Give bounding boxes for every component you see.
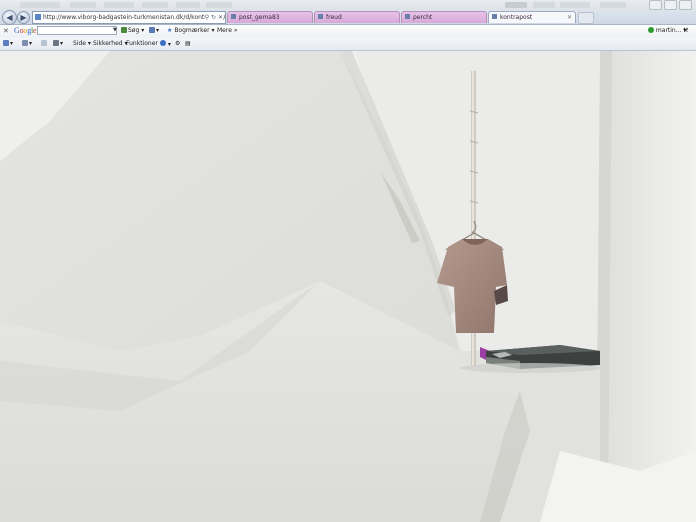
ghost-item <box>176 2 200 8</box>
more-button[interactable]: Mere » <box>217 27 238 34</box>
refresh-icon[interactable]: ↻ <box>211 14 216 21</box>
status-online-icon <box>648 27 654 33</box>
tab-favicon-icon <box>231 14 236 19</box>
feeds-button[interactable]: ▾ <box>22 40 32 47</box>
tab-percht[interactable]: percht <box>401 11 487 23</box>
tab-kontrapost[interactable]: kontrapost ✕ <box>488 11 576 23</box>
ghost-item <box>600 2 626 8</box>
page-menu[interactable]: Side ▾ <box>73 40 91 47</box>
page-content-photo <box>0 51 696 522</box>
ghost-item <box>206 2 232 8</box>
search-button-label: Søg <box>128 27 140 34</box>
security-menu-label: Sikkerhed <box>93 40 123 47</box>
bookmarks-label: Bogmærker <box>174 27 210 34</box>
tools-menu[interactable]: Funktioner ▾ <box>126 40 163 47</box>
double-chevron-icon: » <box>233 27 238 34</box>
kontrapost-photo <box>0 51 696 522</box>
window-controls <box>649 0 692 10</box>
address-tab-row: ◀ ▶ http://www.viborg-badgastein-turkmen… <box>0 10 696 25</box>
minimize-button[interactable] <box>649 0 662 10</box>
ghost-item <box>560 2 590 8</box>
wrench-icon[interactable]: ⚒ <box>683 27 688 34</box>
tab-favicon-icon <box>318 14 323 19</box>
tools-menu-label: Funktioner <box>126 40 158 47</box>
bookmarks-button[interactable]: ★ Bogmærker ▾ <box>167 27 214 34</box>
tab-freud[interactable]: freud <box>314 11 400 23</box>
ghost-item <box>20 2 60 8</box>
search-icon[interactable]: ⚲ <box>205 14 209 21</box>
research-icon[interactable]: ⚙ <box>175 40 180 47</box>
forward-button[interactable]: ▶ <box>17 11 30 24</box>
mail-icon <box>41 40 47 46</box>
new-tab-button[interactable] <box>578 12 594 24</box>
forward-arrow-icon: ▶ <box>20 13 27 22</box>
tab-post-gema83[interactable]: post_gema83 <box>227 11 313 23</box>
address-bar[interactable]: http://www.viborg-badgastein-turkmenista… <box>32 11 226 24</box>
back-button[interactable]: ◀ <box>2 10 17 25</box>
google-logo: Google <box>14 26 37 35</box>
ghost-item <box>533 2 555 8</box>
google-search-input[interactable] <box>37 26 117 35</box>
mail-button[interactable] <box>41 40 48 47</box>
puzzle-icon <box>149 27 155 33</box>
ghost-item <box>104 2 134 8</box>
browser-window: ◀ ▶ http://www.viborg-badgastein-turkmen… <box>0 0 696 522</box>
tab-label: freud <box>326 14 342 21</box>
back-arrow-icon: ◀ <box>6 13 13 22</box>
page-menu-label: Side <box>73 40 86 47</box>
tab-label: kontrapost <box>500 14 533 21</box>
tab-favicon-icon <box>492 14 497 19</box>
site-favicon-icon <box>35 14 41 20</box>
close-icon[interactable]: ✕ <box>218 14 223 21</box>
google-tools-button[interactable]: ▾ <box>149 27 159 34</box>
maximize-button[interactable] <box>664 0 677 10</box>
print-button[interactable]: ▾ <box>53 40 63 47</box>
google-search-button[interactable]: Søg ▾ <box>121 27 144 34</box>
help-button[interactable]: ▾ <box>160 40 171 48</box>
close-toolbar-icon[interactable]: ✕ <box>3 27 9 35</box>
print-icon <box>53 40 59 46</box>
address-tools: ⚲ ↻ ✕ <box>204 12 223 23</box>
ghost-item <box>142 2 168 8</box>
security-menu[interactable]: Sikkerhed ▾ <box>93 40 128 47</box>
messenger-icon[interactable]: ▤ <box>185 40 191 47</box>
command-bar: ▾ ▾ ▾ Side ▾ Sikkerhed ▾ Funktioner ▾ ▾ … <box>0 38 696 51</box>
ghost-item <box>70 2 96 8</box>
more-label: Mere <box>217 27 232 34</box>
tab-label: post_gema83 <box>239 14 280 21</box>
favorites-button[interactable]: ▾ <box>3 40 13 47</box>
help-icon <box>160 40 166 46</box>
tab-label: percht <box>413 14 433 21</box>
chevron-down-icon[interactable]: ▼ <box>113 27 117 33</box>
home-icon <box>22 40 28 46</box>
tab-close-icon[interactable]: ✕ <box>567 12 572 23</box>
add-favorites-icon <box>3 40 9 46</box>
close-window-button[interactable] <box>679 0 692 10</box>
tab-favicon-icon <box>405 14 410 19</box>
ghost-item <box>505 2 527 8</box>
star-icon: ★ <box>167 27 173 34</box>
search-go-icon <box>121 27 127 33</box>
google-toolbar: ✕ Google ▼ Søg ▾ ▾ ★ Bogmærker ▾ Mere » … <box>0 25 696 39</box>
address-url: http://www.viborg-badgastein-turkmenista… <box>43 14 226 21</box>
account-button[interactable]: martin... ▾ <box>648 27 686 34</box>
account-label: martin... <box>655 27 682 34</box>
